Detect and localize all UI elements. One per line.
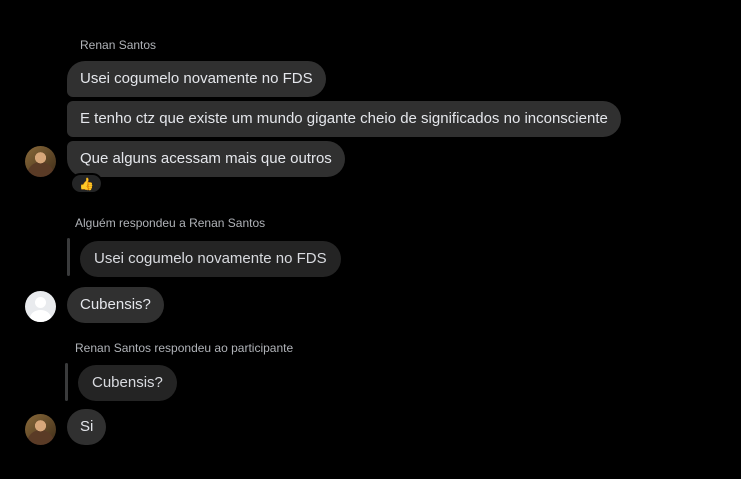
quote-bar xyxy=(65,363,68,401)
message-bubble[interactable]: Que alguns acessam mais que outros xyxy=(67,141,345,177)
message-bubble[interactable]: E tenho ctz que existe um mundo gigante … xyxy=(67,101,621,137)
reply-label: Renan Santos respondeu ao participante xyxy=(75,341,294,355)
quoted-message[interactable]: Cubensis? xyxy=(78,365,177,401)
message-bubble[interactable]: Cubensis? xyxy=(67,287,164,323)
chat-thread: Renan Santos Usei cogumelo novamente no … xyxy=(0,0,741,479)
avatar-head-shape xyxy=(35,297,46,308)
quote-bar xyxy=(67,238,70,276)
message-bubble[interactable]: Usei cogumelo novamente no FDS xyxy=(67,61,326,97)
thumbs-up-icon: 👍 xyxy=(79,176,94,191)
sender-name: Renan Santos xyxy=(80,38,157,52)
avatar-renan-santos[interactable] xyxy=(25,146,56,177)
avatar-default[interactable] xyxy=(25,291,56,322)
reply-label: Alguém respondeu a Renan Santos xyxy=(75,216,266,230)
avatar-body-shape xyxy=(30,310,51,322)
quoted-message[interactable]: Usei cogumelo novamente no FDS xyxy=(80,241,341,277)
avatar-renan-santos[interactable] xyxy=(25,414,56,445)
reaction-badge[interactable]: 👍 xyxy=(70,173,103,194)
message-bubble[interactable]: Si xyxy=(67,409,107,445)
